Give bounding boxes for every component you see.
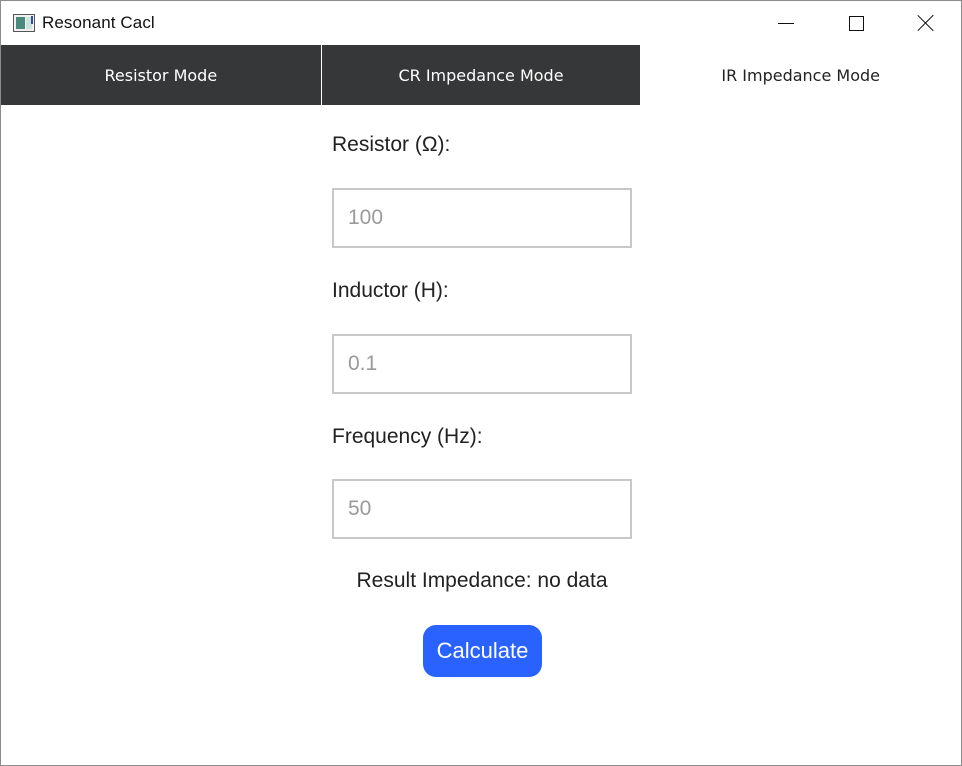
resistor-input[interactable] xyxy=(332,188,632,248)
minimize-icon xyxy=(778,22,794,24)
app-icon xyxy=(13,14,35,32)
mode-tabs: Resistor Mode CR Impedance Mode IR Imped… xyxy=(1,45,962,105)
tab-cr-impedance-mode[interactable]: CR Impedance Mode xyxy=(320,45,641,105)
tab-ir-impedance-mode[interactable]: IR Impedance Mode xyxy=(640,45,962,105)
frequency-input[interactable] xyxy=(332,479,632,539)
maximize-button[interactable] xyxy=(821,1,891,45)
frequency-label: Frequency (Hz): xyxy=(332,425,483,448)
maximize-icon xyxy=(848,15,864,31)
result-impedance-text: Result Impedance: no data xyxy=(356,569,608,592)
calculate-button[interactable]: Calculate xyxy=(423,625,542,677)
minimize-button[interactable] xyxy=(751,1,821,45)
close-icon xyxy=(917,14,935,32)
app-window: Resonant Cacl Resistor Mode CR Impedance… xyxy=(0,0,962,766)
close-button[interactable] xyxy=(891,1,961,45)
tab-resistor-mode[interactable]: Resistor Mode xyxy=(1,45,321,105)
inductor-label: Inductor (H): xyxy=(332,279,449,302)
window-title: Resonant Cacl xyxy=(42,13,155,32)
resistor-label: Resistor (Ω): xyxy=(332,133,451,156)
inductor-input[interactable] xyxy=(332,334,632,394)
title-bar[interactable]: Resonant Cacl xyxy=(1,1,961,45)
